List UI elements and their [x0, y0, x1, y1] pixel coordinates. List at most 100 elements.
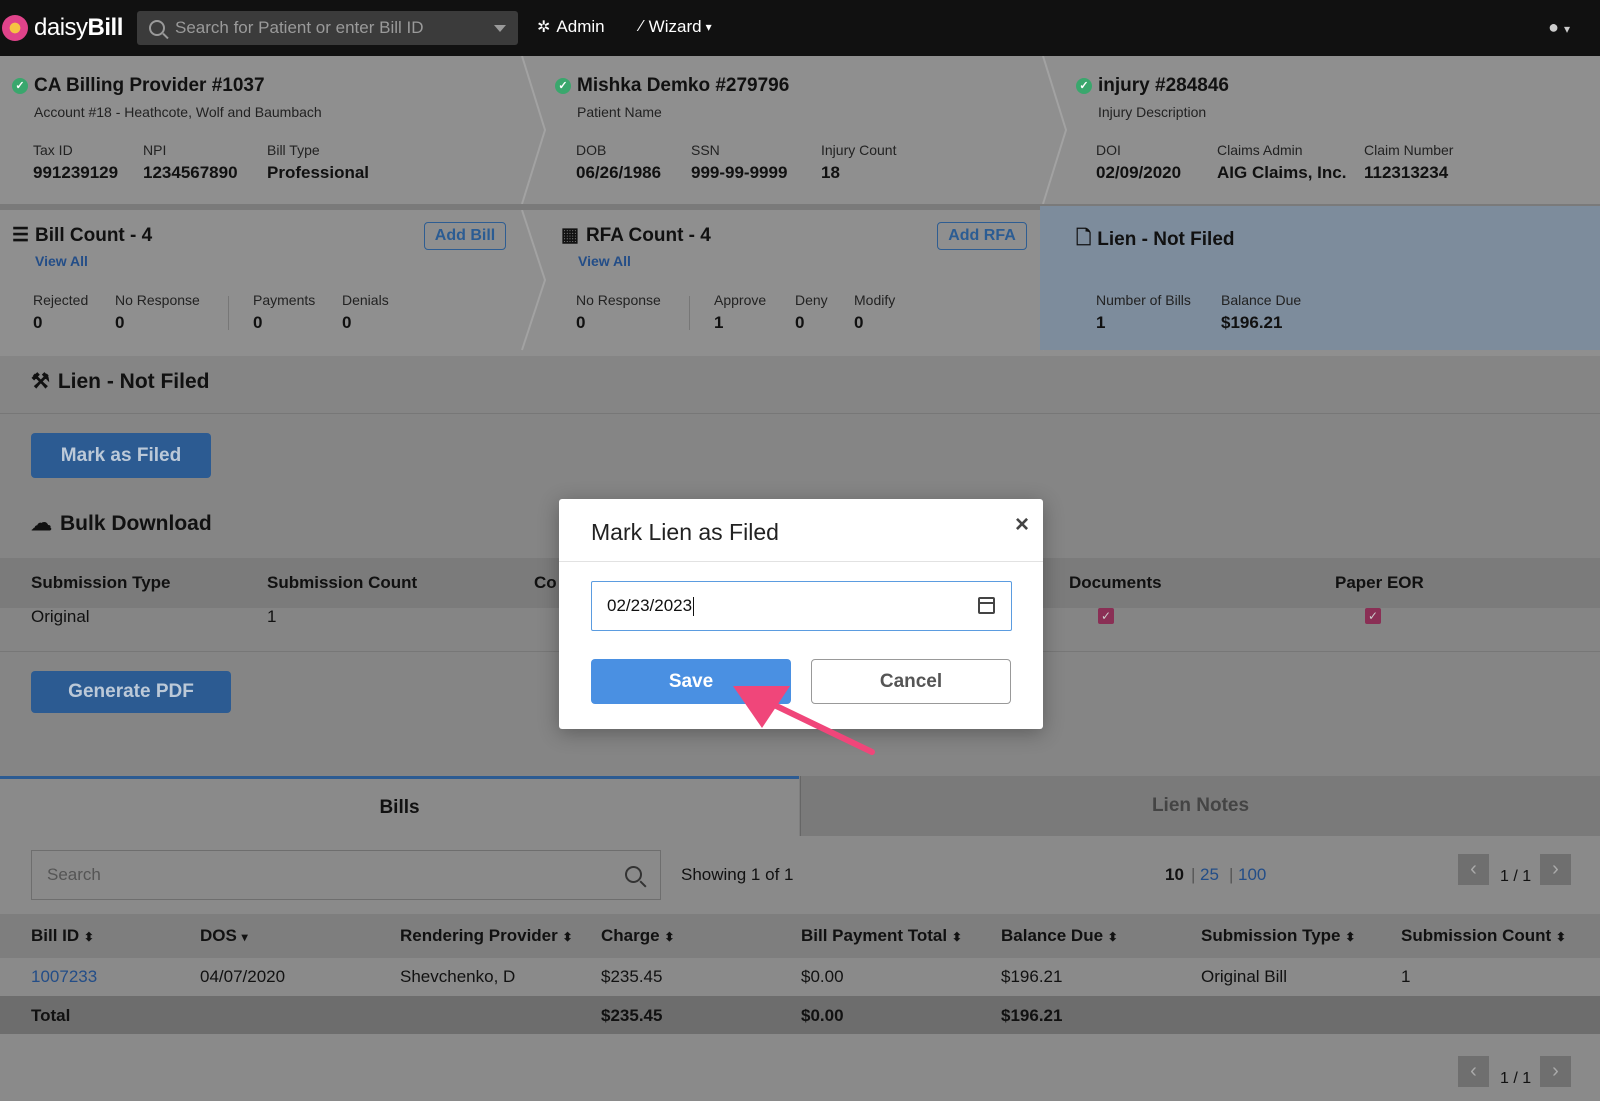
- mark-as-filed-button[interactable]: Mark as Filed: [31, 433, 211, 478]
- wizard-menu[interactable]: ⁄ Wizard ▾: [640, 17, 712, 37]
- admin-menu[interactable]: ✲ Admin: [537, 17, 605, 37]
- logo[interactable]: daisyBill: [0, 0, 134, 56]
- field-value: 1234567890: [143, 163, 238, 182]
- cancel-button[interactable]: Cancel: [811, 659, 1011, 704]
- brand-name: daisyBill: [34, 14, 123, 41]
- tab-bills[interactable]: Bills: [0, 776, 799, 836]
- total-label: Total: [31, 1006, 71, 1025]
- filed-date-value: 02/23/2023: [607, 596, 693, 615]
- column-header-dos[interactable]: DOS ▾: [200, 926, 248, 946]
- injury-title[interactable]: injury #284846: [1098, 75, 1229, 97]
- search-icon[interactable]: [625, 866, 642, 883]
- page-size-25[interactable]: 25: [1200, 865, 1219, 885]
- page-size-100[interactable]: 100: [1238, 865, 1266, 885]
- total-charge: $235.45: [601, 1006, 663, 1025]
- field-label: SSN: [691, 142, 720, 158]
- field-value: 0: [33, 313, 43, 332]
- documents-checkbox[interactable]: ✓: [1098, 608, 1114, 624]
- wand-icon: ⁄: [640, 18, 643, 35]
- field-value: 1: [1096, 313, 1106, 332]
- prev-page-button[interactable]: ‹: [1458, 854, 1489, 885]
- top-navbar: daisyBill Search for Patient or enter Bi…: [0, 0, 1600, 56]
- field-value: 112313234: [1364, 163, 1449, 182]
- rfa-view-all-link[interactable]: View All: [578, 253, 631, 269]
- bills-search-input[interactable]: Search: [31, 850, 661, 900]
- chevron-down-icon: ▾: [705, 20, 712, 34]
- patient-title[interactable]: Mishka Demko #279796: [577, 75, 789, 97]
- field-value: 1: [714, 313, 724, 332]
- calendar-icon[interactable]: [978, 597, 995, 614]
- column-header-bill-id[interactable]: Bill ID ⬍: [31, 926, 94, 946]
- field-label: Deny: [795, 292, 828, 308]
- field-label: Bill Type: [267, 142, 320, 158]
- generate-pdf-button[interactable]: Generate PDF: [31, 671, 231, 713]
- column-header-charge[interactable]: Charge ⬍: [601, 926, 674, 946]
- total-row: Total $235.45 $0.00 $196.21: [0, 996, 1600, 1034]
- chevron-down-icon[interactable]: [494, 25, 506, 32]
- modal-title: Mark Lien as Filed: [591, 519, 779, 545]
- add-bill-button[interactable]: Add Bill: [424, 222, 506, 250]
- field-value: 0: [576, 313, 586, 332]
- patient-subtitle: Patient Name: [577, 104, 662, 120]
- column-header-submission-count[interactable]: Submission Count ⬍: [1401, 926, 1566, 946]
- provider-title[interactable]: CA Billing Provider #1037: [34, 75, 265, 97]
- divider: |: [1191, 865, 1196, 884]
- column-header: Submission Type: [31, 573, 171, 592]
- wizard-label: Wizard: [648, 17, 702, 36]
- field-value: $196.21: [1221, 313, 1283, 332]
- injury-subtitle: Injury Description: [1098, 104, 1207, 120]
- filed-date-input[interactable]: 02/23/2023: [591, 581, 1012, 631]
- bill-id-link[interactable]: 1007233: [31, 967, 97, 987]
- save-button[interactable]: Save: [591, 659, 791, 704]
- bills-view-all-link[interactable]: View All: [35, 253, 88, 269]
- divider: [689, 296, 690, 330]
- list-icon: ☰: [12, 225, 30, 246]
- lien-card-title: Lien - Not Filed: [1097, 229, 1235, 250]
- bulk-download-title: ☁ Bulk Download: [31, 511, 212, 536]
- next-page-button[interactable]: ›: [1540, 854, 1571, 885]
- next-page-button-bottom[interactable]: ›: [1540, 1056, 1571, 1087]
- field-label: Tax ID: [33, 142, 73, 158]
- column-header-rendering-provider[interactable]: Rendering Provider ⬍: [400, 926, 573, 946]
- rendering-provider-cell: Shevchenko, D: [400, 967, 516, 986]
- prev-page-button-bottom[interactable]: ‹: [1458, 1056, 1489, 1087]
- field-value: AIG Claims, Inc.: [1217, 163, 1347, 182]
- field-label: Injury Count: [821, 142, 897, 158]
- field-label: NPI: [143, 142, 167, 158]
- field-value: 0: [253, 313, 263, 332]
- field-value: 0: [342, 313, 352, 332]
- dos-cell: 04/07/2020: [200, 967, 286, 986]
- field-value: 999-99-9999: [691, 163, 788, 182]
- column-header-submission-type[interactable]: Submission Type ⬍: [1201, 926, 1355, 946]
- field-label: Claim Number: [1364, 142, 1454, 158]
- summary-panels: ✓ CA Billing Provider #1037 Account #18 -…: [0, 56, 1600, 356]
- page-size-10[interactable]: 10: [1165, 865, 1184, 885]
- tab-bar: Bills Lien Notes: [0, 776, 1600, 836]
- field-label: No Response: [576, 292, 661, 308]
- submission-count-cell: 1: [267, 607, 277, 626]
- column-header: Documents: [1069, 573, 1162, 592]
- add-rfa-button[interactable]: Add RFA: [937, 222, 1027, 250]
- close-icon[interactable]: ×: [1015, 511, 1029, 539]
- user-menu[interactable]: ● ▾: [1548, 17, 1570, 38]
- daisy-flower-icon: [2, 15, 28, 41]
- paper-eor-checkbox[interactable]: ✓: [1365, 608, 1381, 624]
- bills-table-header: Bill ID ⬍ DOS ▾ Rendering Provider ⬍ Cha…: [0, 914, 1600, 958]
- rfa-count-title: RFA Count - 4: [585, 224, 711, 246]
- field-value: 0: [795, 313, 805, 332]
- field-value: 06/26/1986: [576, 163, 662, 182]
- global-search-input[interactable]: Search for Patient or enter Bill ID: [137, 11, 518, 45]
- bill-payment-total-cell: $0.00: [801, 967, 844, 986]
- global-search-placeholder: Search for Patient or enter Bill ID: [175, 18, 424, 37]
- column-header-balance-due[interactable]: Balance Due ⬍: [1001, 926, 1118, 946]
- bill-count-card: ☰ Bill Count - 4: [12, 224, 152, 247]
- field-value: 0: [854, 313, 864, 332]
- calculator-icon: ▦: [561, 225, 579, 246]
- check-circle-icon: ✓: [555, 78, 571, 94]
- tab-lien-notes[interactable]: Lien Notes: [800, 776, 1600, 836]
- page-info: 1 / 1: [1500, 868, 1532, 885]
- rfa-count-card: ▦ RFA Count - 4: [561, 224, 711, 247]
- bill-count-title: Bill Count - 4: [35, 224, 153, 246]
- field-label: Approve: [714, 292, 767, 308]
- column-header-bill-payment-total[interactable]: Bill Payment Total ⬍: [801, 926, 962, 946]
